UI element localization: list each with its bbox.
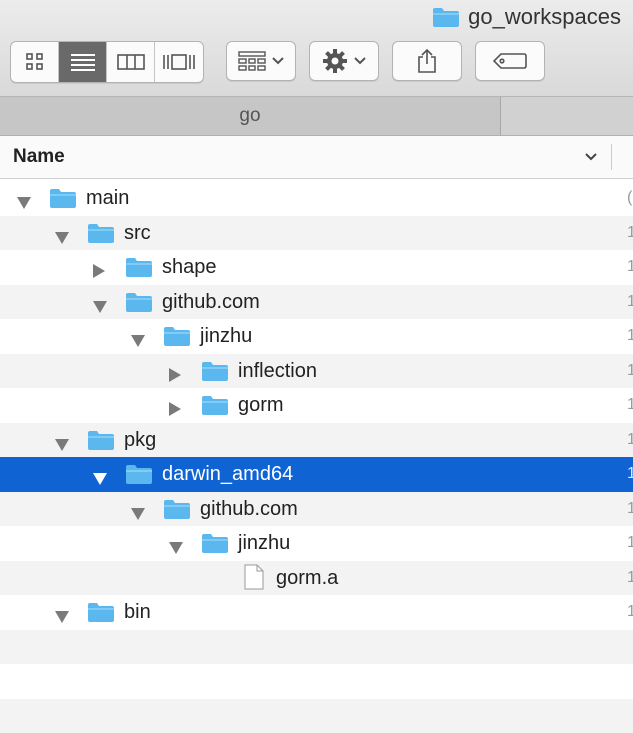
empty-row [0,630,633,665]
list-item[interactable]: src 1 [0,216,633,251]
list-item[interactable]: bin 1 [0,595,633,630]
disclosure-expanded-icon[interactable] [131,330,145,353]
action-button[interactable] [309,41,379,81]
list-item[interactable]: inflection 1 [0,354,633,389]
cover-flow-button[interactable] [155,42,203,82]
item-name: jinzhu [238,526,290,561]
window-title: go_workspaces [432,5,621,29]
disclosure-collapsed-icon[interactable] [169,365,181,388]
folder-icon [87,601,115,629]
tags-button[interactable] [475,41,545,81]
disclosure-expanded-icon[interactable] [55,434,69,457]
share-icon [416,48,438,74]
date-column-clipped: ( [627,181,633,216]
tag-icon [493,52,527,70]
disclosure-expanded-icon[interactable] [93,468,107,491]
folder-icon [201,394,229,422]
item-name: github.com [162,285,260,320]
item-name: inflection [238,354,317,389]
icon-view-icon [25,52,45,72]
disclosure-expanded-icon[interactable] [17,192,31,215]
chevron-down-icon [354,57,366,65]
list-item[interactable]: github.com 1 [0,285,633,320]
date-column-clipped: 1 [627,216,633,251]
date-column-clipped: 1 [627,354,633,389]
item-name: gorm [238,388,284,423]
disclosure-collapsed-icon[interactable] [169,399,181,422]
folder-icon [87,429,115,457]
chevron-down-icon [272,57,284,65]
folder-icon [125,256,153,284]
list-item[interactable]: darwin_amd64 1 [0,457,633,492]
folder-icon [201,360,229,388]
item-name: shape [162,250,217,285]
tab-second[interactable] [501,97,633,135]
folder-icon [163,325,191,353]
date-column-clipped: 1 [627,388,633,423]
disclosure-expanded-icon[interactable] [93,296,107,319]
tab-go[interactable]: go [0,97,501,135]
file-list: main(src1shape1github.com1jinzhu1inflect… [0,181,633,733]
view-mode-segmented-control [10,41,204,83]
arrange-grid-icon [238,51,266,71]
empty-row [0,664,633,699]
list-item[interactable]: jinzhu 1 [0,319,633,354]
item-name: main [86,181,129,216]
list-item[interactable]: pkg 1 [0,423,633,458]
tab-bar: go [0,97,633,136]
finder-toolbar: go_workspaces [0,0,633,97]
date-column-clipped: 1 [627,457,633,492]
disclosure-expanded-icon[interactable] [55,606,69,629]
folder-icon [125,463,153,491]
list-item[interactable]: jinzhu 1 [0,526,633,561]
list-item[interactable]: gorm.a 1 [0,561,633,596]
item-name: src [124,216,151,251]
list-item[interactable]: github.com 1 [0,492,633,527]
column-header[interactable]: Name [0,136,633,179]
tab-label: go [239,105,260,127]
folder-icon [432,6,460,28]
disclosure-expanded-icon[interactable] [169,537,183,560]
folder-icon [201,532,229,560]
column-view-button[interactable] [107,42,155,82]
name-column-header[interactable]: Name [13,136,65,178]
date-column-clipped: 1 [627,561,633,596]
folder-icon [49,187,77,215]
column-divider[interactable] [611,144,612,170]
date-column-clipped: 1 [627,492,633,527]
empty-row [0,699,633,733]
date-column-clipped: 1 [627,423,633,458]
item-name: github.com [200,492,298,527]
arrange-button[interactable] [226,41,296,81]
date-column-clipped: 1 [627,285,633,320]
gear-icon [322,48,348,74]
item-name: gorm.a [276,561,338,596]
disclosure-expanded-icon[interactable] [55,227,69,250]
disclosure-collapsed-icon[interactable] [93,261,105,284]
folder-icon [163,498,191,526]
date-column-clipped: 1 [627,526,633,561]
date-column-clipped: 1 [627,319,633,354]
date-column-clipped: 1 [627,250,633,285]
folder-icon [87,222,115,250]
date-column-clipped: 1 [627,595,633,630]
chevron-down-icon[interactable] [584,150,598,164]
disclosure-expanded-icon[interactable] [131,503,145,526]
folder-icon [125,291,153,319]
list-view-button[interactable] [59,42,107,82]
item-name: pkg [124,423,156,458]
column-view-icon [117,52,145,72]
share-button[interactable] [392,41,462,81]
file-icon [243,564,265,596]
item-name: bin [124,595,151,630]
item-name: darwin_amd64 [162,457,293,492]
list-item[interactable]: main ( [0,181,633,216]
list-view-icon [70,52,96,72]
list-item[interactable]: shape 1 [0,250,633,285]
cover-flow-icon [162,52,196,72]
list-item[interactable]: gorm 1 [0,388,633,423]
icon-view-button[interactable] [11,42,59,82]
item-name: jinzhu [200,319,252,354]
window-title-text: go_workspaces [468,4,621,30]
